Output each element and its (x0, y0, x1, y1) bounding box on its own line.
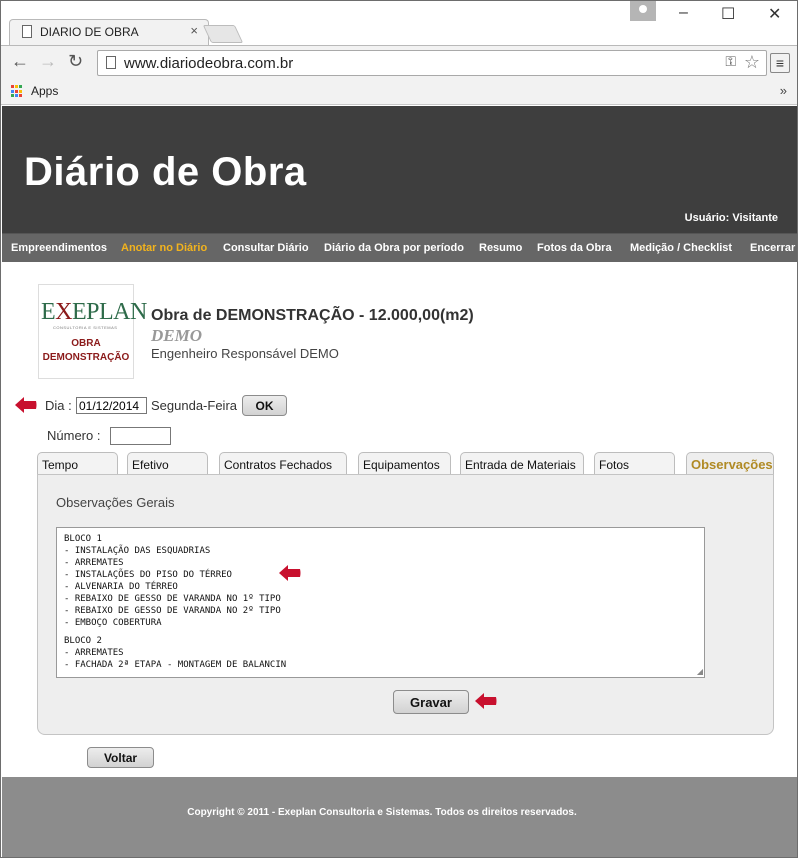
obs-line: - EMBOÇO COBERTURA (64, 618, 162, 628)
menu-icon[interactable]: ≡ (770, 53, 790, 73)
url-text[interactable]: www.diariodeobra.com.br (124, 55, 293, 72)
forward-icon[interactable]: → (39, 51, 57, 72)
apps-icon[interactable] (11, 85, 24, 98)
obs-line: - ARREMATES (64, 558, 124, 568)
project-title: Obra de DEMONSTRAÇÃO - 12.000,00(m2) (151, 307, 474, 324)
minimize-icon[interactable]: – (679, 4, 688, 22)
tab-equipamentos[interactable]: Equipamentos (358, 452, 451, 475)
site-header: Diário de Obra Usuário: Visitante (2, 106, 797, 233)
dia-label: Dia : (45, 398, 72, 413)
project-code: DEMO (151, 326, 203, 345)
key-icon[interactable]: ⚿ (725, 53, 736, 70)
panel-label: Observações Gerais (56, 495, 175, 510)
nav-anotar-no-diario[interactable]: Anotar no Diário (121, 242, 207, 254)
numero-label: Número : (47, 428, 101, 443)
close-window-icon[interactable]: ✕ (768, 4, 781, 24)
numero-field[interactable] (110, 427, 171, 445)
copyright-text: Copyright © 2011 - Exeplan Consultoria e… (187, 807, 577, 818)
nav-diario-por-periodo[interactable]: Diário da Obra por período (324, 242, 464, 254)
site-title: Diário de Obra (24, 150, 307, 194)
obs-line: - REBAIXO DE GESSO DE VARANDA NO 1º TIPO (64, 594, 281, 604)
nav-fotos-da-obra[interactable]: Fotos da Obra (537, 242, 612, 254)
date-field[interactable] (76, 397, 147, 414)
apps-link[interactable]: Apps (31, 84, 58, 98)
bookmarks-overflow-icon[interactable]: » (780, 83, 787, 98)
page-icon (106, 56, 116, 69)
nav-resumo[interactable]: Resumo (479, 242, 522, 254)
browser-tab[interactable]: DIARIO DE OBRA × (9, 19, 209, 45)
pointer-arrow-icon (279, 565, 301, 581)
ok-button[interactable]: OK (242, 395, 287, 416)
user-label: Usuário: Visitante (684, 212, 778, 224)
tab-entrada-de-materiais[interactable]: Entrada de Materiais (460, 452, 584, 475)
obs-line: - INSTALAÇÕES DO PISO DO TÉRREO (64, 570, 232, 580)
tab-observacoes[interactable]: Observações (686, 452, 774, 475)
logo-tagline: CONSULTORIA E SISTEMAS (53, 325, 118, 330)
logo-brand: EXEPLAN (41, 299, 147, 325)
obs-line: BLOCO 2 (64, 636, 102, 646)
site-navbar: Empreendimentos Anotar no Diário Consult… (2, 233, 797, 262)
nav-encerrar[interactable]: Encerrar (750, 242, 795, 254)
tab-contratos-fechados[interactable]: Contratos Fechados (219, 452, 347, 475)
bookmarks-bar: Apps » (1, 79, 797, 105)
nav-medicao-checklist[interactable]: Medição / Checklist (630, 242, 732, 254)
browser-toolbar: ← → ↻ www.diariodeobra.com.br ⚿ ☆ ≡ (1, 45, 797, 79)
bookmark-star-icon[interactable]: ☆ (744, 52, 760, 73)
obs-line: - FACHADA 2ª ETAPA - MONTAGEM DE BALANCI… (64, 660, 287, 670)
profile-icon[interactable] (630, 1, 656, 21)
tab-efetivo[interactable]: Efetivo (127, 452, 208, 475)
logo-subtitle: OBRA DEMONSTRAÇÃO (42, 338, 130, 363)
gravar-button[interactable]: Gravar (393, 690, 469, 714)
pointer-arrow-icon (15, 397, 37, 413)
obs-line: - INSTALAÇÃO DAS ESQUADRIAS (64, 546, 211, 556)
observacoes-panel: Observações Gerais BLOCO 1 - INSTALAÇÃO … (37, 474, 774, 735)
page-icon (22, 25, 32, 38)
maximize-icon[interactable]: ☐ (721, 4, 735, 24)
project-logo: EXEPLAN CONSULTORIA E SISTEMAS OBRA DEMO… (38, 284, 147, 379)
address-bar[interactable]: www.diariodeobra.com.br ⚿ ☆ (97, 50, 767, 76)
obs-line: - ALVENARIA DO TÉRREO (64, 582, 178, 592)
pointer-arrow-icon (475, 693, 497, 709)
tab-strip: DIARIO DE OBRA × – ☐ ✕ (1, 1, 797, 45)
tab-title: DIARIO DE OBRA (40, 25, 139, 39)
tab-tempo[interactable]: Tempo (37, 452, 118, 475)
nav-consultar-diario[interactable]: Consultar Diário (223, 242, 309, 254)
obs-line: - ARREMATES (64, 648, 124, 658)
tab-fotos[interactable]: Fotos (594, 452, 675, 475)
project-engineer: Engenheiro Responsável DEMO (151, 346, 339, 361)
observacoes-textarea[interactable]: BLOCO 1 - INSTALAÇÃO DAS ESQUADRIAS - AR… (56, 527, 705, 678)
nav-empreendimentos[interactable]: Empreendimentos (11, 242, 107, 254)
voltar-button[interactable]: Voltar (87, 747, 154, 768)
resize-handle-icon[interactable]: ◢ (697, 667, 703, 676)
site-footer: Copyright © 2011 - Exeplan Consultoria e… (2, 777, 797, 857)
browser-window: DIARIO DE OBRA × – ☐ ✕ ← → ↻ www.diariod… (0, 0, 798, 858)
reload-icon[interactable]: ↻ (68, 51, 83, 72)
obs-line: BLOCO 1 (64, 534, 102, 544)
tab-close-icon[interactable]: × (190, 23, 198, 38)
obs-line: - REBAIXO DE GESSO DE VARANDA NO 2º TIPO (64, 606, 281, 616)
weekday-label: Segunda-Feira (151, 398, 237, 413)
back-icon[interactable]: ← (11, 51, 29, 72)
